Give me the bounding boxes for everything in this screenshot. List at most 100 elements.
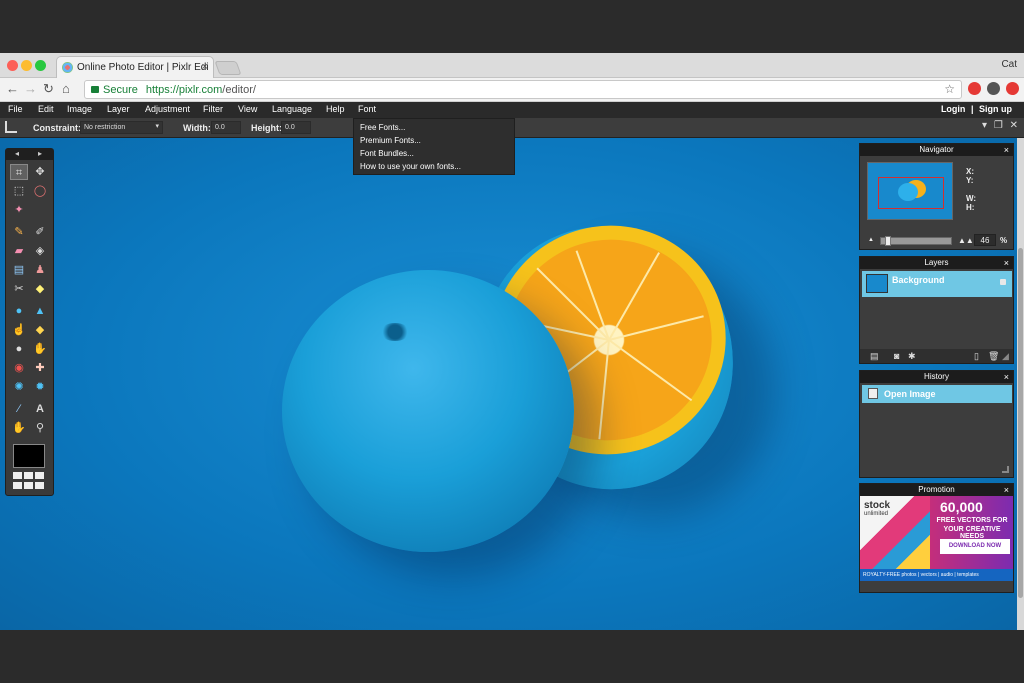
bucket-icon[interactable]: ◈ <box>31 243 49 259</box>
wand-icon[interactable]: ✦ <box>10 202 28 218</box>
history-header[interactable]: History × <box>860 371 1013 383</box>
browser-tab[interactable]: Online Photo Editor | Pixlr Edi × <box>56 56 214 79</box>
reload-icon[interactable]: ↻ <box>43 81 54 97</box>
font-menu-free-fonts[interactable]: Free Fonts... <box>360 123 405 132</box>
resize-handle-icon[interactable]: ◢ <box>1002 351 1009 362</box>
promotion-header[interactable]: Promotion × <box>860 484 1013 496</box>
pencil-icon[interactable]: ✎ <box>10 224 28 240</box>
history-close-icon[interactable]: × <box>1004 371 1009 383</box>
expand-right-icon[interactable]: ▸ <box>38 149 42 158</box>
tab-close-icon[interactable]: × <box>202 61 208 73</box>
restore-window-icon[interactable]: ❐ <box>994 120 1003 131</box>
menu-layer[interactable]: Layer <box>107 104 130 114</box>
bloat-icon[interactable]: ✺ <box>10 379 28 395</box>
menu-filter[interactable]: Filter <box>203 104 223 114</box>
dodge-icon[interactable]: ● <box>10 341 28 357</box>
layer-styles-icon[interactable]: ✱ <box>908 351 916 362</box>
trash-icon[interactable]: 🗑 <box>988 351 999 362</box>
layers-close-icon[interactable]: × <box>1004 257 1009 269</box>
width-input[interactable]: 0.0 <box>211 121 241 134</box>
stamp-icon[interactable]: ♟ <box>31 262 49 278</box>
lasso-icon[interactable]: ◯ <box>31 183 49 199</box>
navigator-thumbnail[interactable] <box>867 162 953 220</box>
drawing-icon[interactable]: ◆ <box>31 281 49 297</box>
maximize-window-icon[interactable] <box>35 60 46 71</box>
lock-icon[interactable] <box>1000 279 1006 285</box>
layer-mask-icon[interactable]: ◙ <box>894 351 899 361</box>
zoom-icon[interactable]: ⚲ <box>31 420 49 436</box>
font-menu-own-fonts[interactable]: How to use your own fonts... <box>360 162 461 171</box>
zoom-slider[interactable] <box>880 236 952 246</box>
eraser-icon[interactable]: ▰ <box>10 243 28 259</box>
constraint-select[interactable]: No restriction ▾ <box>80 121 163 134</box>
new-layer-icon[interactable]: ▯ <box>974 351 979 362</box>
collapse-icon[interactable]: ▾ <box>982 120 987 131</box>
font-menu-premium-fonts[interactable]: Premium Fonts... <box>360 136 421 145</box>
crop-icon[interactable]: ⌗ <box>10 164 28 180</box>
height-input[interactable]: 0.0 <box>281 121 311 134</box>
brush-icon[interactable]: ✐ <box>31 224 49 240</box>
navigator-header[interactable]: Navigator × <box>860 144 1013 156</box>
zoom-slider-thumb[interactable] <box>885 236 891 246</box>
history-item[interactable]: Open Image <box>862 385 1012 403</box>
login-link[interactable]: Login <box>941 104 966 114</box>
pinch-icon[interactable]: ✹ <box>31 379 49 395</box>
address-bar[interactable]: Secure https://pixlr.com/editor/ ☆ <box>84 80 962 99</box>
tools-panel-header[interactable]: ◂ ▸ <box>6 149 53 160</box>
download-now-button[interactable]: DOWNLOAD NOW <box>940 539 1010 554</box>
spot-heal-icon[interactable]: ✚ <box>31 360 49 376</box>
promotion-close-icon[interactable]: × <box>1004 484 1009 496</box>
layers-title: Layers <box>924 258 949 267</box>
zoom-input[interactable]: 46 <box>974 234 996 246</box>
layer-row[interactable]: Background <box>862 271 1012 297</box>
font-menu-font-bundles[interactable]: Font Bundles... <box>360 149 414 158</box>
resize-handle-icon[interactable] <box>1002 466 1009 473</box>
collapse-left-icon[interactable]: ◂ <box>15 149 19 158</box>
forward-arrow-icon[interactable]: → <box>24 81 37 96</box>
sponge-icon[interactable]: ◆ <box>31 322 49 338</box>
primary-color-swatch[interactable] <box>13 444 45 468</box>
type-icon[interactable]: A <box>31 401 49 417</box>
menu-adjustment[interactable]: Adjustment <box>145 104 190 114</box>
promotion-ad[interactable]: stock unlimited 60,000 FREE VECTORS FOR … <box>860 496 1013 581</box>
evernote-extension-icon[interactable] <box>987 82 1000 95</box>
color-replace-icon[interactable]: ✂ <box>10 281 28 297</box>
home-icon[interactable]: ⌂ <box>62 81 70 96</box>
navigator-viewport-rect[interactable] <box>878 177 944 209</box>
zoom-out-mountain-icon[interactable]: ▲ <box>868 237 874 243</box>
zoom-in-mountain-icon[interactable]: ▲▲ <box>958 236 974 245</box>
menu-font[interactable]: Font <box>358 104 376 114</box>
minimize-window-icon[interactable] <box>21 60 32 71</box>
adblock-extension-icon[interactable] <box>1006 82 1019 95</box>
menu-edit[interactable]: Edit <box>38 104 54 114</box>
close-app-icon[interactable]: ✕ <box>1010 120 1018 131</box>
close-window-icon[interactable] <box>7 60 18 71</box>
blur-icon[interactable]: ● <box>10 303 28 319</box>
new-tab-button[interactable] <box>214 61 242 75</box>
burn-icon[interactable]: ✋ <box>31 341 49 357</box>
smudge-icon[interactable]: ☝ <box>10 322 28 338</box>
gradient-icon[interactable]: ▤ <box>10 262 28 278</box>
menu-help[interactable]: Help <box>326 104 345 114</box>
hand-icon[interactable]: ✋ <box>10 420 28 436</box>
menu-view[interactable]: View <box>238 104 257 114</box>
opera-extension-icon[interactable] <box>968 82 981 95</box>
move-icon[interactable]: ✥ <box>31 164 49 180</box>
navigator-close-icon[interactable]: × <box>1004 144 1009 156</box>
menu-file[interactable]: File <box>8 104 23 114</box>
canvas-scrollbar[interactable] <box>1017 138 1024 630</box>
red-eye-icon[interactable]: ◉ <box>10 360 28 376</box>
color-picker-icon[interactable]: ∕ <box>10 401 28 417</box>
scrollbar-thumb[interactable] <box>1018 248 1023 598</box>
sharpen-icon[interactable]: ▲ <box>31 303 49 319</box>
grid-view-icon[interactable] <box>13 472 45 490</box>
bookmark-star-icon[interactable]: ☆ <box>944 82 955 96</box>
layers-header[interactable]: Layers × <box>860 257 1013 269</box>
back-arrow-icon[interactable]: ← <box>6 81 19 96</box>
marquee-icon[interactable]: ⬚ <box>10 183 28 199</box>
signup-link[interactable]: Sign up <box>979 104 1012 114</box>
menu-image[interactable]: Image <box>67 104 92 114</box>
menu-language[interactable]: Language <box>272 104 312 114</box>
profile-name[interactable]: Cat <box>1001 59 1017 70</box>
layer-settings-icon[interactable]: ▤ <box>870 351 879 362</box>
